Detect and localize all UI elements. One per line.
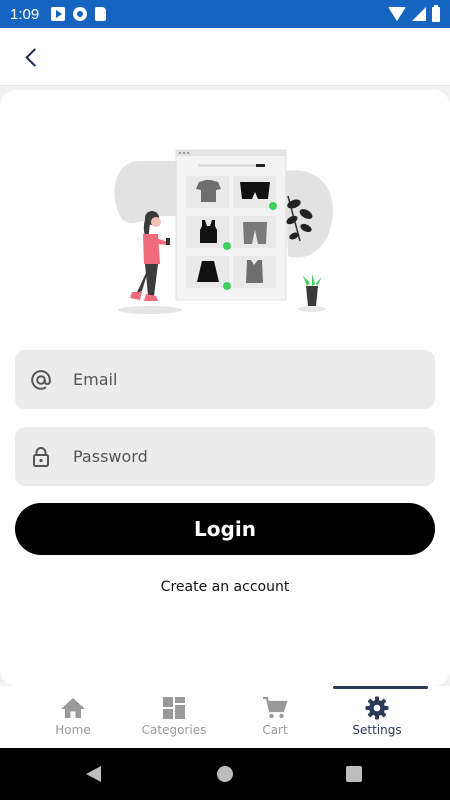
system-home-icon[interactable] xyxy=(217,766,233,782)
at-sign-icon xyxy=(29,368,53,392)
email-input[interactable] xyxy=(73,370,403,389)
system-recents-icon[interactable] xyxy=(346,766,362,782)
lock-icon xyxy=(29,445,53,469)
app-bar xyxy=(0,28,450,86)
signal-icon xyxy=(412,7,426,21)
status-time: 1:09 xyxy=(10,5,40,23)
youtube-notification-icon xyxy=(51,7,66,21)
nav-item-label: Settings xyxy=(352,723,402,737)
sd-card-icon xyxy=(95,7,107,21)
nav-item-label: Cart xyxy=(262,723,288,737)
app-notification-icon xyxy=(73,7,88,21)
email-field[interactable] xyxy=(15,350,435,409)
wifi-icon xyxy=(388,7,406,21)
login-card: Login Create an account xyxy=(0,90,450,686)
nav-item-categories[interactable]: Categories xyxy=(124,696,224,742)
home-icon xyxy=(61,698,85,718)
active-tab-indicator xyxy=(333,686,428,689)
system-back-icon[interactable] xyxy=(86,766,101,782)
password-input[interactable] xyxy=(73,447,403,466)
system-navigation-bar xyxy=(0,748,450,800)
chevron-left-icon xyxy=(24,47,44,67)
nav-item-label: Home xyxy=(55,723,91,737)
categories-icon xyxy=(163,697,185,719)
login-button[interactable]: Login xyxy=(15,503,435,555)
create-account-link[interactable]: Create an account xyxy=(0,579,450,595)
nav-item-home[interactable]: Home xyxy=(23,696,123,742)
status-bar: 1:09 xyxy=(0,0,450,28)
shopping-illustration xyxy=(114,149,333,314)
battery-icon xyxy=(432,4,440,22)
nav-item-cart[interactable]: Cart xyxy=(225,696,325,742)
gear-icon xyxy=(365,696,389,720)
bottom-navigation: Home Categories Cart Settings xyxy=(0,686,450,748)
back-button[interactable] xyxy=(14,40,48,74)
nav-item-label: Categories xyxy=(141,723,207,737)
nav-item-settings[interactable]: Settings xyxy=(327,696,427,742)
password-field[interactable] xyxy=(15,427,435,486)
cart-icon xyxy=(263,696,288,719)
